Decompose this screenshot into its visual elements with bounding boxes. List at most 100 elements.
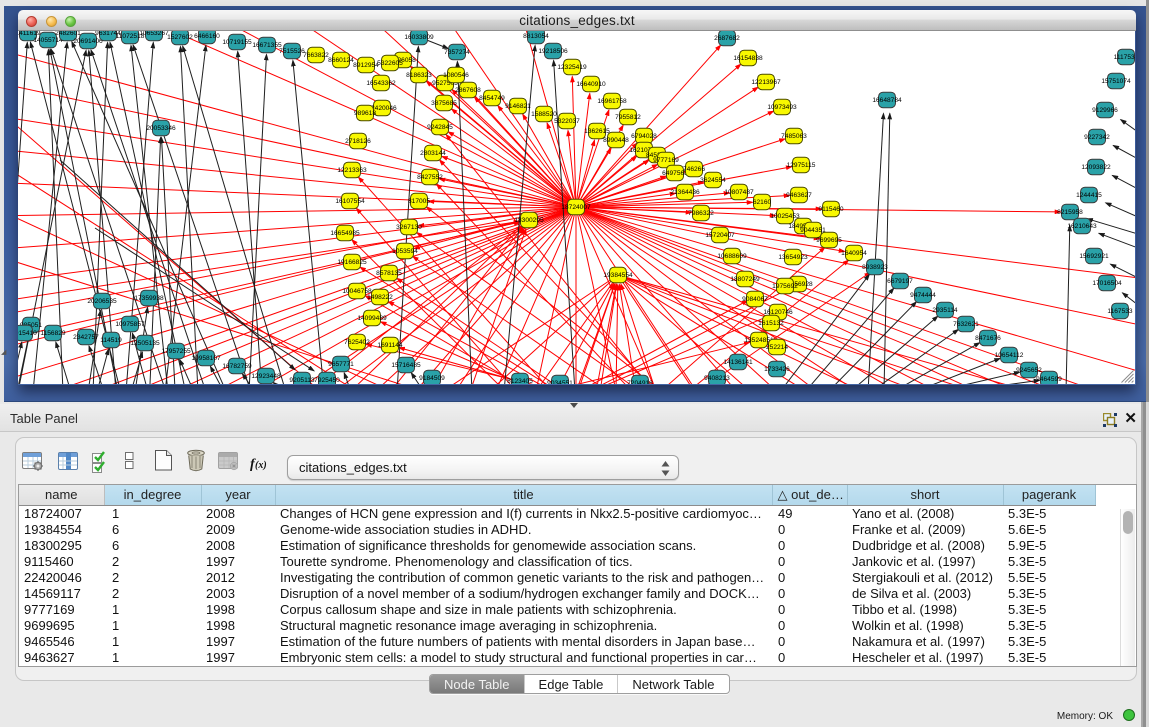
svg-text:8427552: 8427552 xyxy=(417,174,443,181)
svg-text:7632621: 7632621 xyxy=(953,321,979,328)
svg-text:17016504: 17016504 xyxy=(1092,280,1122,287)
svg-text:6466160: 6466160 xyxy=(194,33,220,40)
svg-text:5322605: 5322605 xyxy=(377,60,403,67)
svg-text:8186323: 8186323 xyxy=(406,72,432,79)
svg-text:18807249: 18807249 xyxy=(730,276,760,283)
svg-text:7986322: 7986322 xyxy=(688,210,714,217)
svg-text:9205113: 9205113 xyxy=(289,377,315,384)
svg-text:7955812: 7955812 xyxy=(615,114,641,121)
svg-text:9227342: 9227342 xyxy=(1084,134,1110,141)
svg-text:10973493: 10973493 xyxy=(767,104,797,111)
svg-text:8912954: 8912954 xyxy=(353,62,379,69)
svg-text:6679197: 6679197 xyxy=(887,278,913,285)
svg-text:8215958: 8215958 xyxy=(1057,209,1083,216)
svg-text:8454749: 8454749 xyxy=(479,95,505,102)
svg-text:16671355: 16671355 xyxy=(252,42,282,49)
svg-text:10719155: 10719155 xyxy=(222,39,252,46)
svg-text:9034551: 9034551 xyxy=(547,380,573,384)
svg-text:10958107: 10958107 xyxy=(191,355,221,362)
svg-text:13654923: 13654923 xyxy=(778,254,808,261)
svg-text:1498222: 1498222 xyxy=(367,294,393,301)
svg-text:10975857: 10975857 xyxy=(115,321,145,328)
svg-text:19166825: 19166825 xyxy=(337,259,367,266)
svg-text:1156829: 1156829 xyxy=(40,330,66,337)
svg-text:2803144: 2803144 xyxy=(420,150,446,157)
svg-text:18724007: 18724007 xyxy=(561,204,591,211)
svg-text:114519: 114519 xyxy=(100,337,122,344)
svg-text:12325419: 12325419 xyxy=(557,64,587,71)
svg-text:9463627: 9463627 xyxy=(786,192,812,199)
svg-text:7625402: 7625402 xyxy=(344,339,370,346)
svg-text:20206535: 20206535 xyxy=(87,298,117,305)
svg-text:9084067: 9084067 xyxy=(742,296,768,303)
svg-text:8123405: 8123405 xyxy=(507,378,533,384)
svg-text:15692921: 15692921 xyxy=(1079,253,1109,260)
svg-text:9474444: 9474444 xyxy=(910,292,936,299)
svg-text:8938923: 8938923 xyxy=(862,264,888,271)
svg-text:1080546: 1080546 xyxy=(443,72,469,79)
svg-text:1640954: 1640954 xyxy=(841,250,867,257)
svg-text:16033809: 16033809 xyxy=(404,34,434,41)
svg-text:16543362: 16543362 xyxy=(366,80,396,87)
svg-text:3267130: 3267130 xyxy=(396,224,422,231)
svg-text:817005: 817005 xyxy=(408,198,430,205)
svg-text:16961758: 16961758 xyxy=(597,98,627,105)
svg-text:7357274: 7357274 xyxy=(444,49,470,56)
svg-text:14136141: 14136141 xyxy=(723,359,753,366)
svg-text:17359938: 17359938 xyxy=(134,295,164,302)
svg-text:9408213: 9408213 xyxy=(704,375,730,382)
svg-text:746266: 746266 xyxy=(683,166,705,173)
svg-text:9464599: 9464599 xyxy=(1036,376,1062,383)
svg-text:9146821: 9146821 xyxy=(505,103,531,110)
svg-text:12213363: 12213363 xyxy=(337,167,367,174)
svg-text:7515526: 7515526 xyxy=(279,48,305,55)
svg-text:1053594: 1053594 xyxy=(392,248,418,255)
svg-text:1167533: 1167533 xyxy=(1107,308,1133,315)
svg-text:12975115: 12975115 xyxy=(787,162,816,169)
svg-text:1588520: 1588520 xyxy=(531,111,557,118)
svg-text:2867608: 2867608 xyxy=(455,87,481,94)
svg-text:(x): (x) xyxy=(255,460,267,471)
svg-text:2718126: 2718126 xyxy=(345,138,371,145)
svg-text:9657771: 9657771 xyxy=(328,361,354,368)
svg-text:8578135: 8578135 xyxy=(376,270,402,277)
svg-text:15716485: 15716485 xyxy=(391,362,421,369)
svg-text:18300295: 18300295 xyxy=(514,217,544,224)
svg-text:16648784: 16648784 xyxy=(872,97,902,104)
svg-text:1117534: 1117534 xyxy=(1114,54,1135,61)
svg-text:9184509: 9184509 xyxy=(419,375,445,382)
svg-text:16107554: 16107554 xyxy=(335,198,365,205)
svg-text:5322037: 5322037 xyxy=(554,118,580,125)
svg-text:3875685: 3875685 xyxy=(431,100,457,107)
svg-text:989618: 989618 xyxy=(354,110,376,117)
svg-text:14099489: 14099489 xyxy=(357,315,387,322)
svg-text:10653267: 10653267 xyxy=(139,31,169,37)
svg-text:16640910: 16640910 xyxy=(576,81,606,88)
svg-text:3624554: 3624554 xyxy=(700,177,726,184)
svg-text:1244415: 1244415 xyxy=(1076,192,1102,199)
svg-text:10025453: 10025453 xyxy=(770,213,800,220)
svg-text:7485063: 7485063 xyxy=(781,133,807,140)
svg-text:2342757: 2342757 xyxy=(73,334,99,341)
svg-text:9129966: 9129966 xyxy=(1092,107,1118,114)
svg-text:16154838: 16154838 xyxy=(733,55,763,62)
svg-text:8471676: 8471676 xyxy=(975,335,1001,342)
svg-text:8915410: 8915410 xyxy=(18,330,37,337)
svg-text:12923448: 12923448 xyxy=(251,373,281,380)
svg-text:2935114: 2935114 xyxy=(932,307,958,314)
svg-text:1362615: 1362615 xyxy=(584,128,610,135)
svg-text:1615132: 1615132 xyxy=(758,320,784,327)
svg-text:1691144: 1691144 xyxy=(377,342,403,349)
svg-text:12505135: 12505135 xyxy=(130,340,160,347)
svg-text:20691406: 20691406 xyxy=(73,38,103,45)
svg-text:62160: 62160 xyxy=(753,199,772,206)
svg-text:252214: 252214 xyxy=(766,344,788,351)
svg-text:1527602: 1527602 xyxy=(167,34,193,41)
svg-text:16210643: 16210643 xyxy=(1067,223,1097,230)
svg-text:10654112: 10654112 xyxy=(995,352,1024,359)
svg-text:19218506: 19218506 xyxy=(538,48,568,55)
svg-text:2687682: 2687682 xyxy=(714,35,740,42)
svg-text:15720407: 15720407 xyxy=(705,232,735,239)
svg-text:20053346: 20053346 xyxy=(146,125,176,132)
svg-text:8990448: 8990448 xyxy=(603,137,629,144)
